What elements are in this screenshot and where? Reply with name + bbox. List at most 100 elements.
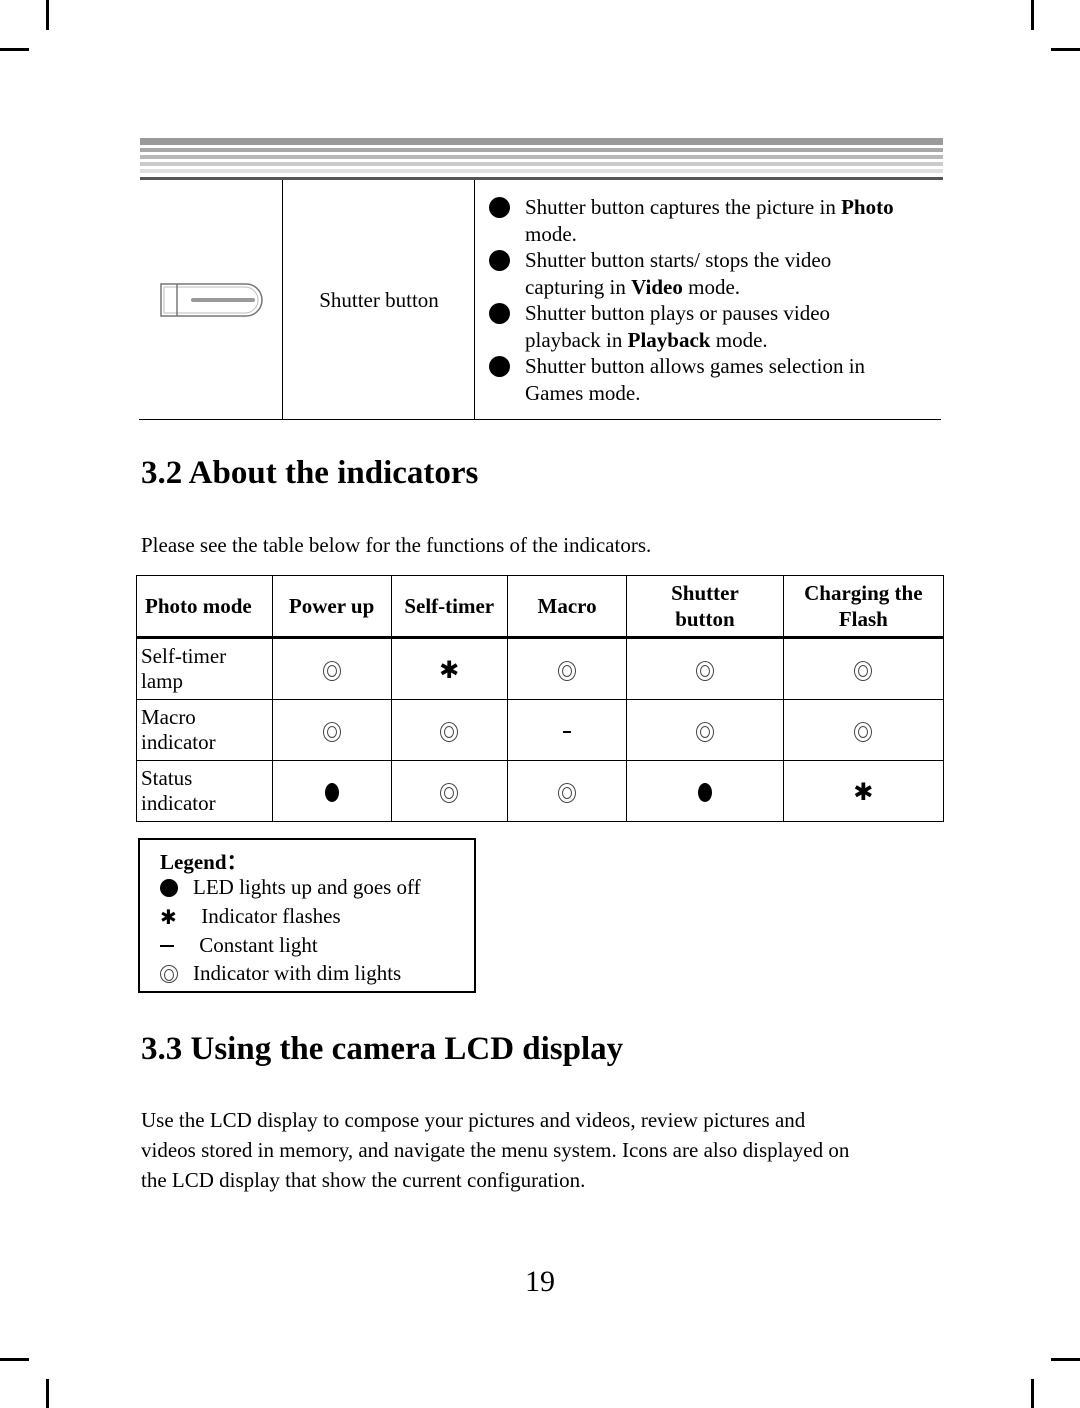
legend-item-text: Indicator with dim lights — [193, 961, 402, 985]
mode-name: Playback — [627, 327, 711, 352]
text-run: capturing in — [525, 274, 632, 299]
column-header: Photo mode — [136, 575, 273, 638]
lcd-body-line-2: videos stored in memory, and navigate th… — [141, 1138, 850, 1162]
row-label: Macro indicator — [136, 699, 273, 761]
column-divider — [282, 180, 283, 419]
mode-name: Video — [631, 274, 683, 299]
page-number: 19 — [525, 1265, 555, 1298]
legend-item-text: Constant light — [194, 933, 318, 957]
section-heading-indicators: 3.2 About the indicators — [141, 455, 479, 491]
bullet-item: Shutter button allows games selection in… — [487, 353, 942, 406]
indicator-cell — [626, 637, 784, 700]
double-circle-icon — [695, 721, 714, 742]
table-header-row: Photo mode Power up Self-timer Macro Shutter… — [136, 575, 945, 638]
double-circle-icon — [440, 782, 459, 803]
table-row: Self-timer lamp ✱ — [136, 637, 945, 700]
text-run: Shutter button captures the picture in — [525, 195, 842, 219]
legend-item: Constant light — [160, 933, 318, 958]
crop-mark-bottom-left-vertical — [46, 1379, 49, 1408]
asterisk-icon: ✱ — [160, 904, 177, 929]
bullet-item: Shutter button plays or pauses video play… — [487, 300, 942, 353]
bullet-text: Shutter button plays or pauses video play… — [525, 300, 830, 353]
row-label: Self-timer lamp — [136, 637, 273, 700]
text-run: Shutter button starts/ stops the video — [525, 248, 832, 272]
shutter-button-icon — [160, 283, 263, 317]
asterisk-icon: ✱ — [439, 656, 460, 685]
indicator-cell — [782, 699, 945, 761]
bullet-dot-icon — [489, 303, 510, 324]
text-run: Games mode. — [525, 380, 641, 405]
text-run: mode. — [525, 221, 577, 246]
filled-circle-icon — [160, 878, 178, 897]
column-header: Macro — [506, 575, 628, 638]
text-run: playback in — [525, 327, 628, 352]
crop-mark-top-right-vertical — [1031, 0, 1034, 30]
text-run: mode. — [682, 274, 741, 299]
section-heading-lcd-display: 3.3 Using the camera LCD display — [141, 1031, 624, 1067]
lcd-body-line-1: Use the LCD display to compose your pict… — [141, 1108, 806, 1132]
legend-item: LED lights up and goes off — [160, 875, 421, 900]
double-circle-icon — [695, 660, 714, 681]
shutter-function-list: Shutter button captures the picture in P… — [487, 194, 942, 406]
legend-item-text: Indicator flashes — [196, 904, 341, 928]
table-row: Macro indicator — [136, 699, 945, 761]
indicator-cell: ✱ — [782, 760, 945, 822]
indicator-cell — [271, 637, 392, 700]
text-run: Shutter button plays or pauses video — [525, 301, 831, 325]
lcd-body-line-3: the LCD display that show the current co… — [141, 1168, 586, 1192]
indicator-cell — [782, 637, 945, 700]
header-stripe-band — [140, 138, 943, 182]
legend-title: Legend： — [160, 850, 248, 874]
bullet-text: Shutter button captures the picture in P… — [525, 194, 894, 247]
indicator-cell: ✱ — [390, 637, 508, 700]
double-circle-icon — [854, 721, 873, 742]
double-circle-icon — [322, 721, 341, 742]
bullet-text: Shutter button starts/ stops the video ca… — [525, 247, 831, 300]
indicator-cell — [506, 699, 628, 761]
text-run: Shutter button allows games selection in — [525, 354, 866, 378]
double-circle-icon — [558, 782, 577, 803]
dash-icon — [160, 944, 174, 947]
indicator-cell — [271, 760, 392, 822]
row-label: Status indicator — [136, 760, 273, 822]
legend-item: Indicator with dim lights — [160, 961, 401, 986]
indicator-cell — [390, 760, 508, 822]
legend-item-text: LED lights up and goes off — [193, 875, 421, 899]
crop-mark-bottom-right-vertical — [1031, 1379, 1034, 1408]
table-row: Status indicator ✱ — [136, 760, 945, 822]
crop-mark-top-right-horizontal — [1051, 48, 1080, 51]
indicator-cell — [506, 760, 628, 822]
column-header: Power up — [271, 575, 392, 638]
double-circle-icon — [558, 660, 577, 681]
indicator-cell — [626, 699, 784, 761]
indicator-cell — [506, 637, 628, 700]
text-run: mode. — [710, 327, 768, 352]
double-circle-icon — [160, 964, 178, 983]
filled-circle-icon — [324, 783, 339, 803]
double-circle-icon — [440, 721, 459, 742]
bullet-dot-icon — [489, 197, 510, 218]
crop-mark-bottom-left-horizontal — [0, 1358, 29, 1361]
mode-name: Photo — [841, 195, 894, 219]
crop-mark-top-left-vertical — [46, 0, 49, 30]
legend-box: Legend： LED lights up and goes off ✱ Ind… — [138, 838, 476, 993]
indicator-table: Photo mode Power up Self-timer Macro Shutter… — [136, 575, 945, 822]
bullet-dot-icon — [489, 356, 510, 377]
column-divider — [474, 180, 475, 419]
indicators-intro: Please see the table below for the funct… — [141, 533, 652, 557]
filled-circle-icon — [697, 783, 712, 803]
double-circle-icon — [322, 660, 341, 681]
crop-mark-bottom-right-horizontal — [1051, 1358, 1080, 1361]
column-header: Charging the Flash — [782, 575, 945, 638]
control-name: Shutter button — [319, 287, 439, 312]
double-circle-icon — [854, 660, 873, 681]
bullet-text: Shutter button allows games selection in… — [525, 353, 865, 406]
bullet-item: Shutter button starts/ stops the video ca… — [487, 247, 942, 300]
indicator-cell — [390, 699, 508, 761]
dash-icon — [563, 730, 572, 733]
column-header: Self-timer — [390, 575, 508, 638]
indicator-cell — [626, 760, 784, 822]
bullet-item: Shutter button captures the picture in P… — [487, 194, 942, 247]
indicator-cell — [271, 699, 392, 761]
bullet-dot-icon — [489, 250, 510, 271]
